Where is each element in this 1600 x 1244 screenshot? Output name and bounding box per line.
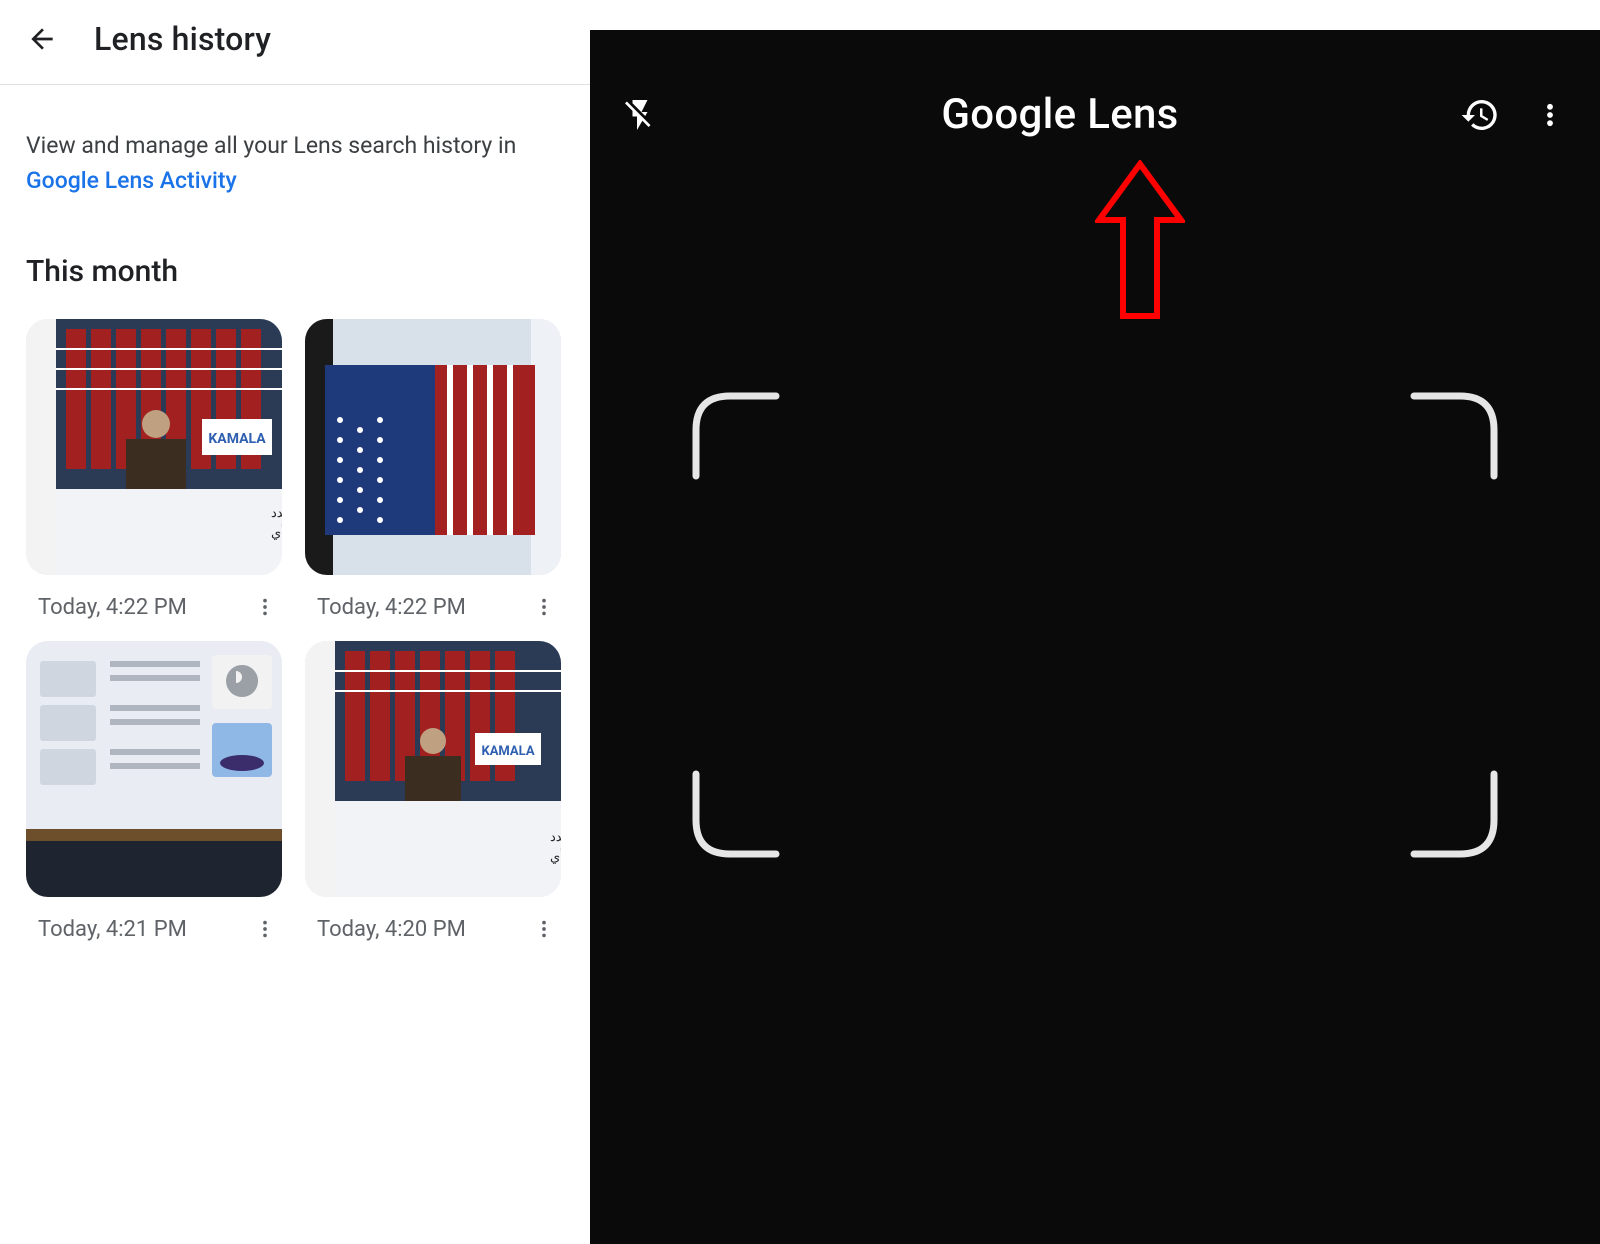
history-item-time: Today, 4:22 PM: [317, 595, 466, 620]
svg-text:"في ظل زخم ترشحها".. هاريس تهد: "في ظل زخم ترشحها".. هاريس تهدد: [550, 830, 561, 845]
history-thumbnail: KAMALA "في ظل زخم ترشحها".. هاريس تهدد ت…: [305, 641, 561, 897]
lens-more-button[interactable]: [1530, 95, 1570, 135]
lens-title: Google Lens: [941, 90, 1178, 139]
viewfinder-corner-icon: [1410, 390, 1500, 480]
svg-text:تفوق ترمب في استطلاعات الرأي: تفوق ترمب في استطلاعات الرأي: [550, 848, 561, 865]
more-vert-icon: [254, 918, 276, 940]
svg-text:KAMALA: KAMALA: [481, 744, 534, 759]
lens-camera-panel: Google Lens: [590, 30, 1600, 1244]
page-title: Lens history: [94, 20, 271, 58]
history-description-text: View and manage all your Lens search his…: [26, 132, 516, 159]
history-grid: KAMALA "في ظل زخم ترشحها".. هاريس تهدد ت…: [0, 289, 590, 943]
history-item-menu-button[interactable]: [251, 915, 279, 943]
history-icon: [1460, 95, 1500, 135]
flash-off-icon: [622, 97, 658, 133]
history-item-time: Today, 4:21 PM: [38, 917, 187, 942]
annotation-arrow-icon: [1095, 160, 1185, 320]
svg-text:تفوق ترمب في استطلاعات الرأي: تفوق ترمب في استطلاعات الرأي: [271, 524, 282, 541]
viewfinder-corner-icon: [690, 770, 780, 860]
history-item-time: Today, 4:22 PM: [38, 595, 187, 620]
flash-off-button[interactable]: [620, 95, 660, 135]
history-item[interactable]: KAMALA "في ظل زخم ترشحها".. هاريس تهدد ت…: [26, 319, 285, 621]
history-item[interactable]: KAMALA "في ظل زخم ترشحها".. هاريس تهدد ت…: [305, 641, 564, 943]
viewfinder-corner-icon: [1410, 770, 1500, 860]
viewfinder-corner-icon: [690, 390, 780, 480]
history-item[interactable]: Today, 4:22 PM: [305, 319, 564, 621]
arrow-left-icon: [26, 23, 58, 55]
lens-activity-link[interactable]: Google Lens Activity: [26, 167, 237, 194]
more-vert-icon: [533, 918, 555, 940]
more-vert-icon: [1536, 101, 1564, 129]
history-item[interactable]: Today, 4:21 PM: [26, 641, 285, 943]
lens-history-button[interactable]: [1460, 95, 1500, 135]
history-header: Lens history: [0, 0, 590, 85]
more-vert-icon: [254, 596, 276, 618]
history-item-menu-button[interactable]: [251, 593, 279, 621]
viewfinder-frame: [690, 390, 1500, 860]
history-item-time: Today, 4:20 PM: [317, 917, 466, 942]
section-heading: This month: [0, 198, 590, 289]
history-thumbnail: [26, 641, 282, 897]
lens-history-panel: Lens history View and manage all your Le…: [0, 0, 590, 1214]
history-item-menu-button[interactable]: [530, 915, 558, 943]
more-vert-icon: [533, 596, 555, 618]
svg-text:KAMALA: KAMALA: [208, 431, 266, 447]
history-item-menu-button[interactable]: [530, 593, 558, 621]
lens-header: Google Lens: [590, 90, 1600, 139]
history-thumbnail: KAMALA "في ظل زخم ترشحها".. هاريس تهدد ت…: [26, 319, 282, 575]
history-thumbnail: [305, 319, 561, 575]
back-arrow-button[interactable]: [24, 21, 60, 57]
svg-text:"في ظل زخم ترشحها".. هاريس تهد: "في ظل زخم ترشحها".. هاريس تهدد: [271, 506, 282, 521]
history-description: View and manage all your Lens search his…: [0, 85, 590, 198]
